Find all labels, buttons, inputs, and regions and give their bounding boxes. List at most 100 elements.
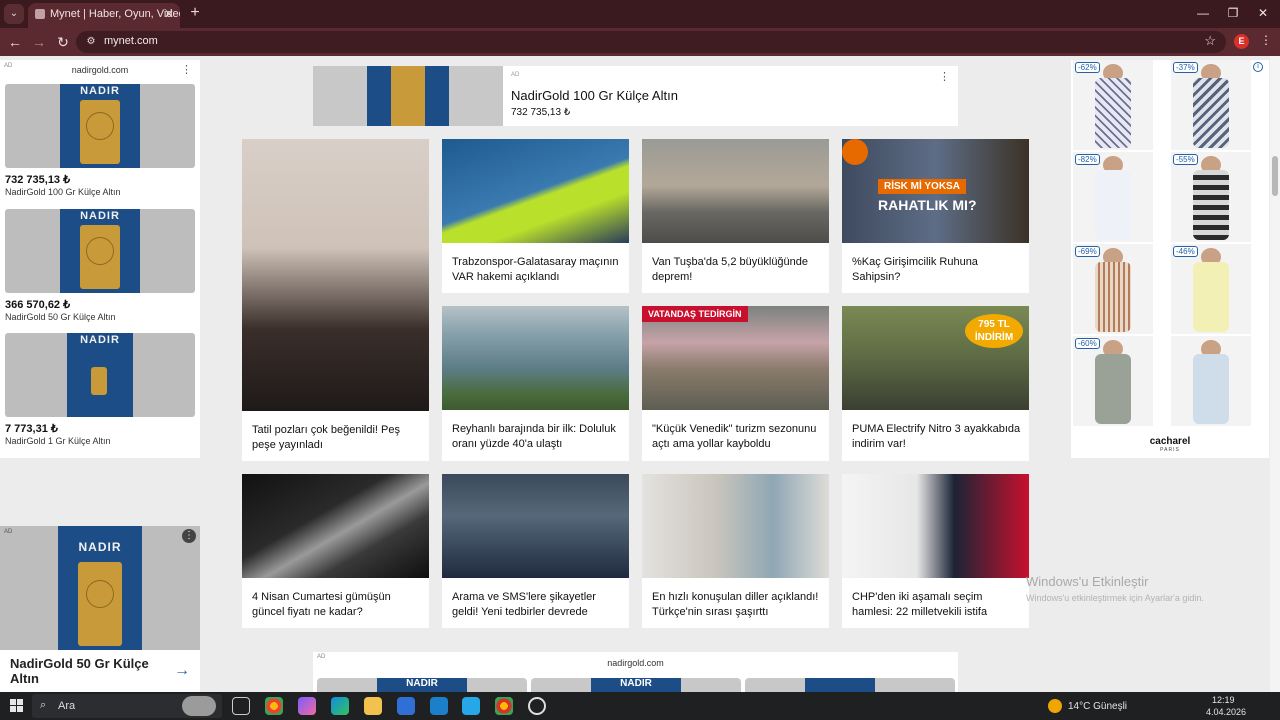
product-tile[interactable]: -62% xyxy=(1073,60,1153,150)
product-name[interactable]: NadirGold 1 Gr Külçe Altın xyxy=(5,436,111,446)
news-image[interactable]: VATANDAŞ TEDİRGİN xyxy=(642,306,829,410)
store-icon[interactable] xyxy=(462,697,480,715)
ad-options-icon[interactable]: ⋮ xyxy=(181,63,192,76)
gold-product-image[interactable]: NADIR xyxy=(531,678,741,692)
file-explorer-icon[interactable] xyxy=(364,697,382,715)
news-card[interactable]: RİSK Mİ YOKSA RAHATLIK MI? %Kaç Girişimc… xyxy=(842,139,1029,293)
news-image[interactable] xyxy=(842,474,1029,578)
news-card[interactable]: VATANDAŞ TEDİRGİN "Küçük Venedik" turizm… xyxy=(642,306,829,461)
reload-icon[interactable]: ↻ xyxy=(54,33,72,51)
obs-icon[interactable] xyxy=(528,697,546,715)
product-name[interactable]: NadirGold 100 Gr Külçe Altın xyxy=(5,187,121,197)
address-bar[interactable]: ⚙ mynet.com ☆ xyxy=(76,31,1226,53)
gold-product-image[interactable]: NADIR xyxy=(5,333,195,417)
product-tile[interactable]: -46% xyxy=(1171,244,1251,334)
tab-mynet[interactable]: Mynet | Haber, Oyun, Video, Sp ✕ xyxy=(28,3,180,28)
task-view-icon[interactable] xyxy=(232,697,250,715)
news-card[interactable]: Reyhanlı barajında bir ilk: Doluluk oran… xyxy=(442,306,629,461)
edge-icon[interactable] xyxy=(331,697,349,715)
news-title[interactable]: Tatil pozları çok beğenildi! Peş peşe ya… xyxy=(252,423,422,453)
top-banner-ad[interactable]: AD NadirGold 100 Gr Külçe Altın 732 735,… xyxy=(313,66,958,126)
left-ad-nadirgold-50[interactable]: AD NADIR ⋮ NadirGold 50 Gr Külçe Altın → xyxy=(0,526,200,692)
news-title[interactable]: Arama ve SMS'lere şikayetler geldi! Yeni… xyxy=(452,590,622,620)
right-ad-cacharel[interactable]: i -62% -37% -82% -55% -69% -46% -60% cac… xyxy=(1071,60,1269,458)
news-card[interactable]: Trabzonspor-Galatasaray maçının VAR hake… xyxy=(442,139,629,293)
news-title[interactable]: En hızlı konuşulan diller açıklandı! Tür… xyxy=(652,590,822,620)
bottom-banner-ad[interactable]: AD nadirgold.com NADIR NADIR xyxy=(313,652,958,692)
profile-avatar[interactable]: E xyxy=(1234,34,1249,49)
product-price[interactable]: 732 735,13 ₺ xyxy=(5,173,70,186)
news-title[interactable]: %Kaç Girişimcilik Ruhuna Sahipsin? xyxy=(852,255,1022,285)
product-price[interactable]: 366 570,62 ₺ xyxy=(5,298,70,311)
url-text[interactable]: mynet.com xyxy=(104,35,158,47)
scrollbar-thumb[interactable] xyxy=(1272,156,1278,196)
news-image[interactable]: RİSK Mİ YOKSA RAHATLIK MI? xyxy=(842,139,1029,243)
clock-time[interactable]: 12:19 xyxy=(1212,695,1235,705)
weather-icon[interactable] xyxy=(1048,699,1062,713)
news-title[interactable]: 4 Nisan Cumartesi gümüşün güncel fiyatı … xyxy=(252,590,422,620)
news-title[interactable]: CHP'den iki aşamalı seçim hamlesi: 22 mi… xyxy=(852,590,1022,620)
gold-product-image[interactable]: NADIR xyxy=(317,678,527,692)
product-tile[interactable]: -60% xyxy=(1073,336,1153,426)
minimize-icon[interactable]: — xyxy=(1192,4,1214,22)
gold-product-image[interactable] xyxy=(745,678,955,692)
news-card[interactable]: En hızlı konuşulan diller açıklandı! Tür… xyxy=(642,474,829,628)
weather-text[interactable]: 14°C Güneşli xyxy=(1068,701,1127,712)
tab-close-icon[interactable]: ✕ xyxy=(164,3,174,25)
left-ad-nadirgold[interactable]: AD nadirgold.com ⋮ NADIR 732 735,13 ₺ Na… xyxy=(0,60,200,458)
remote-desktop-icon[interactable] xyxy=(430,697,448,715)
ad-domain[interactable]: nadirgold.com xyxy=(0,65,200,75)
clock-date[interactable]: 4.04.2026 xyxy=(1206,707,1246,717)
new-tab-button[interactable]: + xyxy=(186,4,204,22)
gold-product-image[interactable]: AD NADIR ⋮ xyxy=(0,526,200,650)
news-image[interactable]: 795 TL İNDİRİM xyxy=(842,306,1029,410)
forward-arrow-icon[interactable]: → xyxy=(30,33,48,51)
news-card[interactable]: 795 TL İNDİRİM PUMA Electrify Nitro 3 ay… xyxy=(842,306,1029,461)
news-title[interactable]: Trabzonspor-Galatasaray maçının VAR hake… xyxy=(452,255,622,285)
product-tile[interactable]: -37% xyxy=(1171,60,1251,150)
chrome-icon[interactable] xyxy=(265,697,283,715)
news-title[interactable]: Van Tuşba'da 5,2 büyüklüğünde deprem! xyxy=(652,255,822,285)
arrow-right-icon[interactable]: → xyxy=(174,662,190,680)
news-title[interactable]: PUMA Electrify Nitro 3 ayakkabıda indiri… xyxy=(852,422,1022,452)
news-image[interactable] xyxy=(642,474,829,578)
ad-title[interactable]: NadirGold 100 Gr Külçe Altın xyxy=(511,88,678,103)
mail-icon[interactable] xyxy=(397,697,415,715)
ad-options-icon[interactable]: ⋮ xyxy=(939,70,950,83)
product-tile[interactable]: -82% xyxy=(1073,152,1153,242)
news-image[interactable] xyxy=(442,139,629,243)
news-title[interactable]: Reyhanlı barajında bir ilk: Doluluk oran… xyxy=(452,422,622,452)
product-tile[interactable]: -69% xyxy=(1073,244,1153,334)
windows-start-icon[interactable] xyxy=(10,699,24,713)
bookmark-star-icon[interactable]: ☆ xyxy=(1204,33,1216,49)
product-name[interactable]: NadirGold 50 Gr Külçe Altın xyxy=(5,312,116,322)
chrome-profile-icon[interactable] xyxy=(495,697,513,715)
news-card[interactable]: Van Tuşba'da 5,2 büyüklüğünde deprem! xyxy=(642,139,829,293)
news-image[interactable] xyxy=(642,139,829,243)
ad-price[interactable]: 732 735,13 ₺ xyxy=(511,107,570,118)
product-tile[interactable] xyxy=(1171,336,1251,426)
news-image[interactable] xyxy=(242,139,429,411)
news-card[interactable]: Tatil pozları çok beğenildi! Peş peşe ya… xyxy=(242,139,429,461)
product-price[interactable]: 7 773,31 ₺ xyxy=(5,422,58,435)
gold-product-image[interactable]: NADIR xyxy=(5,209,195,293)
news-card[interactable]: CHP'den iki aşamalı seçim hamlesi: 22 mi… xyxy=(842,474,1029,628)
news-card[interactable]: Arama ve SMS'lere şikayetler geldi! Yeni… xyxy=(442,474,629,628)
news-image[interactable] xyxy=(442,306,629,410)
ad-options-icon[interactable]: ⋮ xyxy=(182,529,196,543)
copilot-icon[interactable] xyxy=(298,697,316,715)
ad-title[interactable]: NadirGold 50 Gr Külçe Altın xyxy=(10,656,160,686)
ad-info-icon[interactable]: i xyxy=(1253,62,1263,72)
taskbar-search[interactable]: ⌕ Ara xyxy=(32,694,222,718)
gold-product-image[interactable] xyxy=(313,66,503,126)
close-window-icon[interactable]: ✕ xyxy=(1252,4,1274,22)
restore-icon[interactable]: ❐ xyxy=(1222,4,1244,22)
back-arrow-icon[interactable]: ← xyxy=(6,33,24,51)
ad-domain[interactable]: nadirgold.com xyxy=(313,658,958,668)
news-image[interactable] xyxy=(442,474,629,578)
tab-search-button[interactable]: ⌄ xyxy=(4,4,24,24)
site-info-icon[interactable]: ⚙ xyxy=(84,35,98,49)
browser-menu-icon[interactable]: ⋮ xyxy=(1260,33,1272,47)
product-tile[interactable]: -55% xyxy=(1171,152,1251,242)
news-image[interactable] xyxy=(242,474,429,578)
